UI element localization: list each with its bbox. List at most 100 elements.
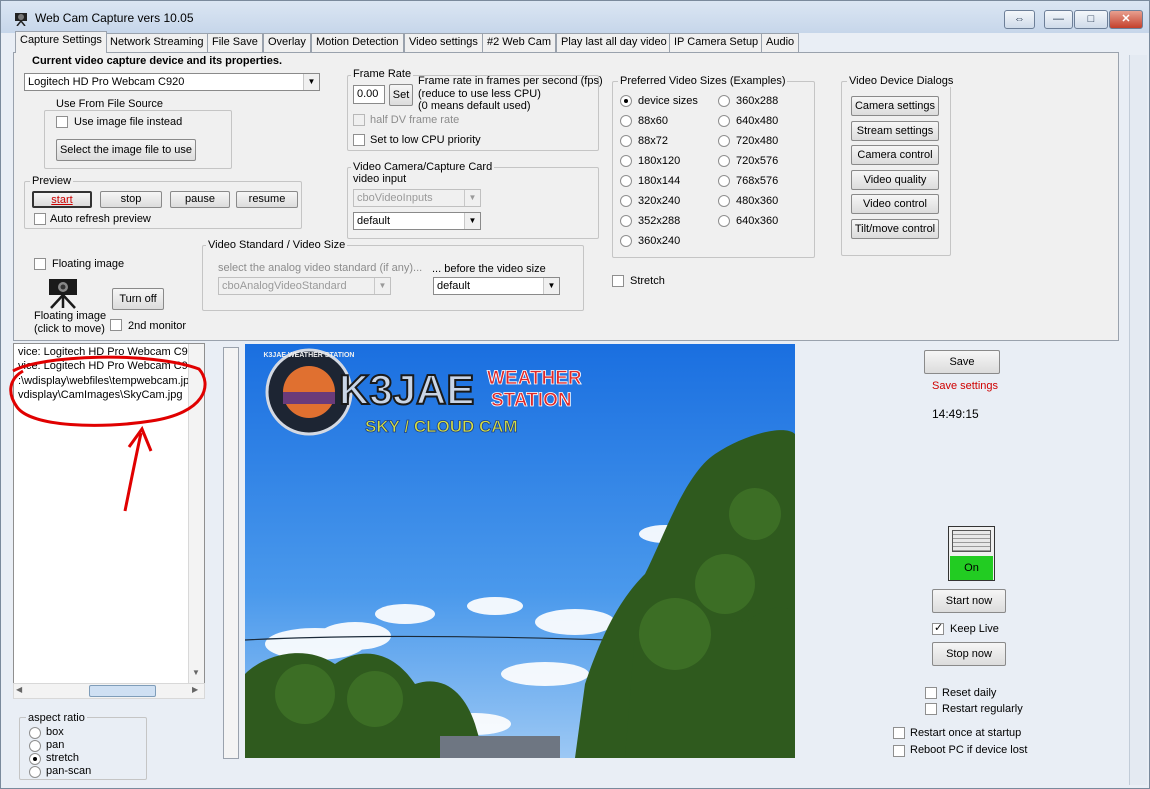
video-inputs-value: cboVideoInputs (357, 192, 433, 204)
size-radio-180x120[interactable] (620, 155, 632, 167)
video-size-select[interactable]: default ▼ (433, 277, 560, 295)
save-button[interactable]: Save (924, 350, 1000, 374)
stop-preview-button[interactable]: stop (100, 191, 162, 208)
tab-motion-detection[interactable]: Motion Detection (311, 33, 404, 52)
main-window: Web Cam Capture vers 10.05 ⇔ — □ ✕ Captu… (0, 0, 1150, 789)
half-dv-label: half DV frame rate (370, 114, 460, 126)
camera-settings-button[interactable]: Camera settings (851, 96, 939, 116)
size-radio-768x576[interactable] (718, 175, 730, 187)
size-radio-640x480[interactable] (718, 115, 730, 127)
size-label-88x60: 88x60 (638, 115, 668, 127)
overlay-station: STATION (491, 390, 572, 411)
size-radio-device-sizes[interactable] (620, 95, 632, 107)
log-horizontal-scrollbar[interactable]: ◀ ▶ (13, 683, 205, 699)
restart-regularly-checkbox[interactable] (925, 703, 937, 715)
analog-standard-select[interactable]: cboAnalogVideoStandard ▼ (218, 277, 391, 295)
tab-audio[interactable]: Audio (761, 33, 800, 52)
on-off-toggle[interactable]: On (948, 526, 995, 581)
close-button[interactable]: ✕ (1109, 10, 1143, 29)
size-label-640x360: 640x360 (736, 215, 779, 227)
reset-daily-checkbox[interactable] (925, 687, 937, 699)
title-bar[interactable]: Web Cam Capture vers 10.05 ⇔ — □ ✕ (1, 1, 1149, 33)
overlay-callsign: K3JAE (339, 366, 474, 413)
video-control-button[interactable]: Video control (851, 194, 939, 214)
pause-preview-button[interactable]: pause (170, 191, 230, 208)
size-radio-360x288[interactable] (718, 95, 730, 107)
select-image-file-button[interactable]: Select the image file to use (56, 139, 196, 161)
size-radio-360x240[interactable] (620, 235, 632, 247)
chevron-down-icon: ▼ (464, 190, 480, 206)
tab-second-web-cam[interactable]: #2 Web Cam (482, 33, 556, 52)
reboot-pc-checkbox[interactable] (893, 745, 905, 757)
size-radio-720x576[interactable] (718, 155, 730, 167)
size-label-320x240: 320x240 (638, 195, 681, 207)
frame-rate-help-2: (reduce to use less CPU) (418, 88, 541, 100)
stream-settings-button[interactable]: Stream settings (851, 121, 939, 141)
start-preview-button[interactable]: start (32, 191, 92, 208)
floating-image-checkbox[interactable] (34, 258, 46, 270)
scroll-right-arrow-icon[interactable]: ▶ (192, 685, 198, 694)
tab-network-streaming[interactable]: Network Streaming (105, 33, 209, 52)
size-label-480x360: 480x360 (736, 195, 779, 207)
camera-control-button[interactable]: Camera control (851, 145, 939, 165)
stop-now-button[interactable]: Stop now (932, 642, 1006, 666)
use-image-file-checkbox[interactable] (56, 116, 68, 128)
auto-refresh-checkbox[interactable] (34, 213, 46, 225)
aspect-radio-pan-scan[interactable] (29, 766, 41, 778)
keep-live-checkbox[interactable] (932, 621, 944, 635)
tab-file-save[interactable]: File Save (207, 33, 263, 52)
turn-off-button[interactable]: Turn off (112, 288, 164, 310)
video-card-default-select[interactable]: default ▼ (353, 212, 481, 230)
webcam-preview-image[interactable]: K3JAE WEATHER STATION K3JAE WEATHER STAT… (245, 344, 795, 758)
restart-startup-checkbox[interactable] (893, 727, 905, 739)
size-radio-480x360[interactable] (718, 195, 730, 207)
file-source-title: Use From File Source (54, 98, 165, 110)
tab-video-settings[interactable]: Video settings (404, 33, 483, 52)
aspect-label-pan-scan: pan-scan (46, 765, 92, 777)
video-inputs-select[interactable]: cboVideoInputs ▼ (353, 189, 481, 207)
size-radio-640x360[interactable] (718, 215, 730, 227)
tab-overlay[interactable]: Overlay (263, 33, 311, 52)
maximize-button[interactable]: □ (1074, 10, 1108, 29)
aspect-radio-pan[interactable] (29, 740, 41, 752)
frame-rate-input[interactable]: 0.00 (353, 85, 385, 104)
start-now-button[interactable]: Start now (932, 589, 1006, 613)
size-radio-352x288[interactable] (620, 215, 632, 227)
tab-ip-camera-setup[interactable]: IP Camera Setup (669, 33, 764, 52)
webcam-tripod-icon[interactable] (46, 277, 80, 309)
size-radio-180x144[interactable] (620, 175, 632, 187)
half-dv-checkbox[interactable] (353, 114, 365, 126)
aspect-radio-stretch[interactable] (29, 753, 41, 765)
chevron-down-icon: ▼ (374, 278, 390, 294)
auto-refresh-label: Auto refresh preview (50, 213, 151, 225)
low-cpu-checkbox[interactable] (353, 134, 365, 146)
floating-caption-line1: Floating image (34, 310, 107, 322)
tab-capture-settings[interactable]: Capture Settings (15, 31, 107, 53)
tilt-move-control-button[interactable]: Tilt/move control (851, 219, 939, 239)
resume-preview-button[interactable]: resume (236, 191, 298, 208)
stretch-label: Stretch (630, 275, 665, 287)
capture-device-select[interactable]: Logitech HD Pro Webcam C920 ▼ (24, 73, 320, 91)
reset-daily-label: Reset daily (942, 687, 997, 699)
red-annotation-circle-and-arrow (9, 355, 207, 512)
set-frame-rate-button[interactable]: Set (389, 84, 413, 106)
toggle-on-label: On (950, 556, 993, 580)
size-radio-88x72[interactable] (620, 135, 632, 147)
minimize-button[interactable]: — (1044, 10, 1073, 29)
move-window-button[interactable]: ⇔ (1004, 10, 1035, 29)
second-monitor-checkbox[interactable] (110, 319, 122, 331)
video-quality-button[interactable]: Video quality (851, 170, 939, 190)
scroll-left-arrow-icon[interactable]: ◀ (16, 685, 22, 694)
stretch-checkbox[interactable] (612, 275, 624, 287)
aspect-radio-box[interactable] (29, 727, 41, 739)
scroll-thumb[interactable] (89, 685, 156, 697)
chevron-down-icon: ▼ (543, 278, 559, 294)
capture-settings-panel: Current video capture device and its pro… (13, 52, 1119, 341)
size-radio-320x240[interactable] (620, 195, 632, 207)
tab-play-last-all-day-video[interactable]: Play last all day video (556, 33, 672, 52)
analog-standard-label: select the analog video standard (if any… (218, 262, 423, 274)
size-radio-88x60[interactable] (620, 115, 632, 127)
size-radio-720x480[interactable] (718, 135, 730, 147)
scroll-down-arrow-icon[interactable]: ▼ (192, 668, 200, 677)
window-right-edge (1129, 55, 1147, 785)
